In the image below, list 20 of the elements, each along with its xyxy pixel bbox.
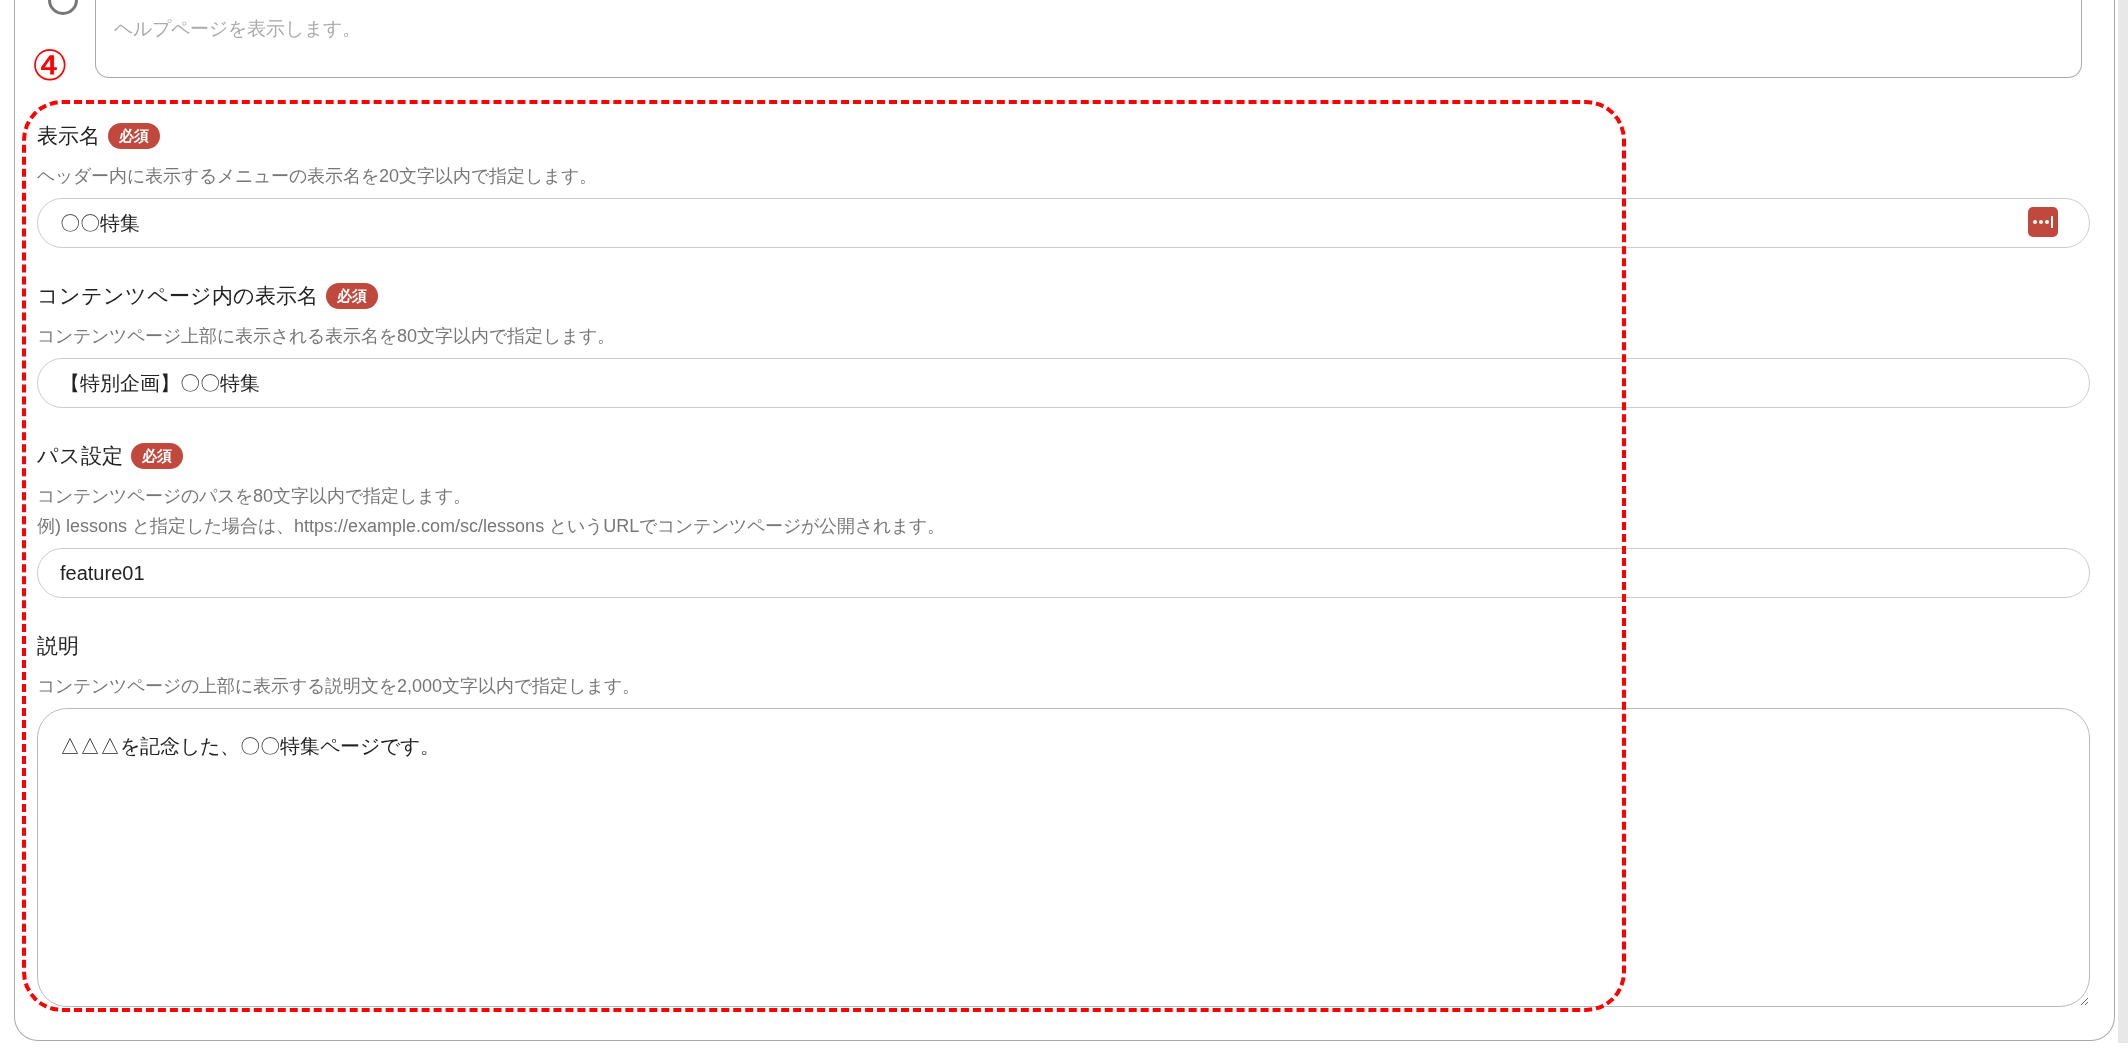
field-label: パス設定 (37, 443, 123, 470)
field-help-text: コンテンツページのパスを80文字以内で指定します。 (37, 485, 473, 508)
annotation-number: ④ (31, 42, 69, 90)
text-input-field[interactable]: feature01 (37, 548, 2090, 598)
text-input-field[interactable]: 〇〇特集 (37, 198, 2090, 248)
field-label: コンテンツページ内の表示名 (37, 283, 318, 310)
help-text-field[interactable]: ヘルプページを表示します。 (95, 0, 2082, 78)
field-label: 表示名 (37, 123, 100, 150)
field-label: 説明 (37, 633, 79, 660)
required-tag: 必須 (131, 443, 183, 469)
text-input-field[interactable]: 【特別企画】〇〇特集 (37, 358, 2090, 408)
required-tag: 必須 (326, 283, 378, 309)
more-button[interactable] (2028, 207, 2058, 237)
field-help-text: 例) lessons と指定した場合は、https://example.com/sc/lessons というURLでコンテンツページが公開されます。 (37, 515, 947, 538)
dots-icon (2032, 216, 2054, 228)
field-help-text: ヘッダー内に表示するメニューの表示名を20文字以内で指定します。 (37, 165, 599, 188)
description-textarea[interactable]: △△△を記念した、〇〇特集ページです。 (37, 708, 2090, 1007)
field-help-text: コンテンツページの上部に表示する説明文を2,000文字以内で指定します。 (37, 675, 642, 698)
field-help-text: コンテンツページ上部に表示される表示名を80文字以内で指定します。 (37, 325, 617, 348)
required-tag: 必須 (108, 123, 160, 149)
